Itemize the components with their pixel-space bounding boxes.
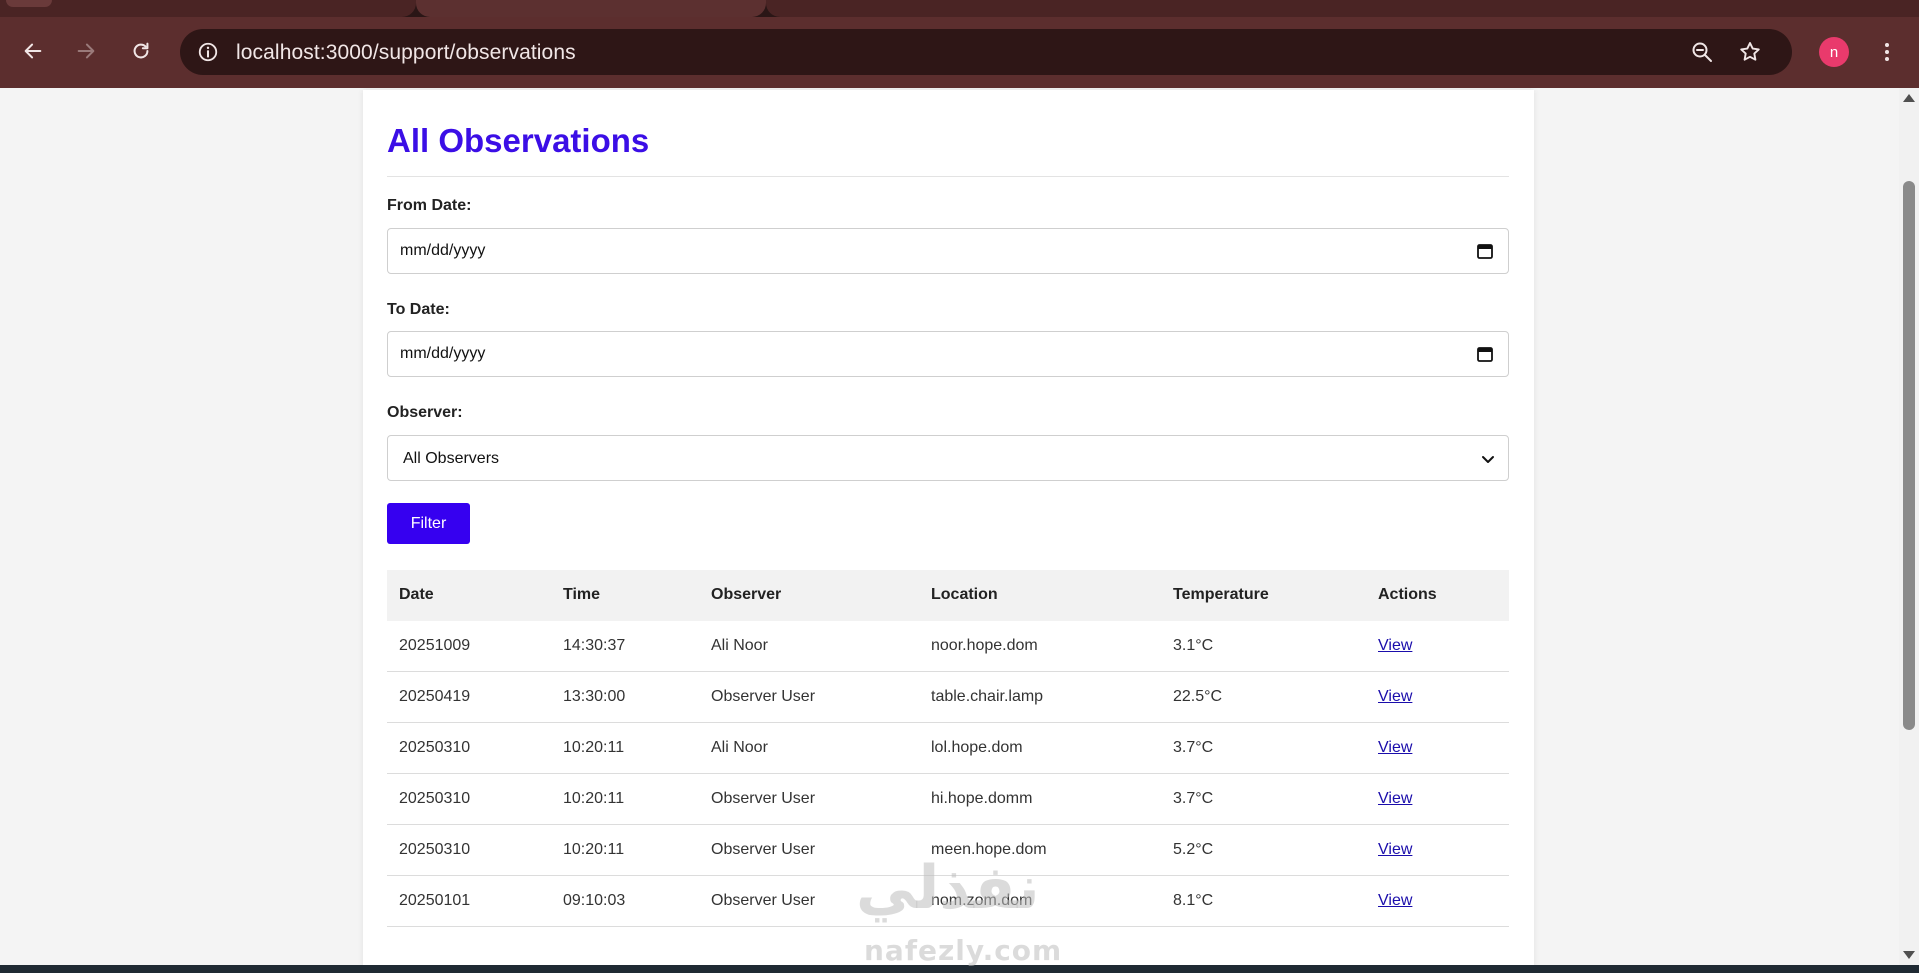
table-row: 20251009 14:30:37 Ali Noor noor.hope.dom… — [387, 621, 1509, 672]
back-button[interactable] — [15, 33, 51, 69]
address-bar[interactable]: localhost:3000/support/observations — [180, 29, 1792, 75]
bookmark-star-icon[interactable] — [1737, 39, 1763, 65]
back-arrow-icon — [24, 43, 42, 59]
tab-inactive-left[interactable] — [0, 0, 416, 17]
cell-location: nom.zom.dom — [931, 892, 1033, 909]
cell-observer: Observer User — [711, 892, 816, 909]
table-row: 20250310 10:20:11 Observer User meen.hop… — [387, 825, 1509, 876]
table-header-row: Date Time Observer Location Temperature … — [387, 570, 1509, 621]
tab-strip — [0, 0, 1919, 17]
kebab-menu-icon[interactable] — [1872, 36, 1902, 68]
profile-avatar[interactable]: n — [1819, 37, 1849, 67]
table-row: 20250419 13:30:00 Observer User table.ch… — [387, 672, 1509, 723]
cell-date: 20250419 — [399, 688, 471, 705]
browser-toolbar: localhost:3000/support/observations n — [0, 17, 1919, 88]
table-row: 20250101 09:10:03 Observer User nom.zom.… — [387, 876, 1509, 927]
view-link[interactable]: View — [1378, 841, 1412, 858]
cell-date: 20250310 — [399, 790, 471, 807]
page-title: All Observations — [387, 122, 650, 159]
cell-time: 10:20:11 — [563, 790, 625, 807]
cell-temperature: 22.5°C — [1173, 688, 1223, 705]
cell-time: 09:10:03 — [563, 892, 626, 909]
view-link[interactable]: View — [1378, 892, 1412, 909]
reload-button[interactable] — [123, 33, 159, 69]
from-date-placeholder: mm/dd/yyyy — [400, 242, 486, 259]
view-link[interactable]: View — [1378, 637, 1412, 654]
cell-location: lol.hope.dom — [931, 739, 1023, 756]
observer-label: Observer: — [387, 404, 463, 421]
from-date-input[interactable]: mm/dd/yyyy — [387, 228, 1509, 274]
site-info-icon[interactable] — [196, 40, 220, 64]
tab-inactive-right[interactable] — [766, 0, 1919, 17]
url-text[interactable]: localhost:3000/support/observations — [236, 41, 576, 65]
header-actions: Actions — [1378, 586, 1437, 603]
scroll-up-arrow-icon[interactable] — [1903, 94, 1915, 102]
title-divider — [387, 176, 1509, 177]
tab-pill — [6, 0, 52, 7]
cell-date: 20251009 — [399, 637, 471, 654]
scroll-down-arrow-icon[interactable] — [1903, 951, 1915, 959]
observer-select[interactable]: All Observers — [387, 435, 1509, 481]
cell-temperature: 8.1°C — [1173, 892, 1214, 909]
table-row: 20250310 10:20:11 Observer User hi.hope.… — [387, 774, 1509, 825]
header-location: Location — [931, 586, 998, 603]
zoom-icon[interactable] — [1689, 39, 1715, 65]
cell-date: 20250310 — [399, 739, 471, 756]
cell-temperature: 3.1°C — [1173, 637, 1214, 654]
cell-observer: Observer User — [711, 688, 816, 705]
header-temperature: Temperature — [1173, 586, 1269, 603]
observations-card: All Observations From Date: mm/dd/yyyy T… — [363, 90, 1534, 965]
forward-arrow-icon — [77, 43, 95, 59]
header-date: Date — [399, 586, 434, 603]
observer-selected-value: All Observers — [403, 450, 500, 467]
calendar-icon[interactable] — [1476, 242, 1494, 260]
cell-location: table.chair.lamp — [931, 688, 1044, 705]
view-link[interactable]: View — [1378, 790, 1412, 807]
cell-date: 20250101 — [399, 892, 471, 909]
forward-button[interactable] — [68, 33, 104, 69]
cell-observer: Observer User — [711, 790, 816, 807]
header-observer: Observer — [711, 586, 782, 603]
to-date-input[interactable]: mm/dd/yyyy — [387, 331, 1509, 377]
vertical-scrollbar[interactable] — [1899, 88, 1919, 965]
cell-temperature: 3.7°C — [1173, 739, 1214, 756]
cell-observer: Observer User — [711, 841, 816, 858]
taskbar-edge — [0, 965, 1919, 973]
observations-table: Date Time Observer Location Temperature … — [387, 570, 1509, 927]
calendar-icon[interactable] — [1476, 345, 1494, 363]
view-link[interactable]: View — [1378, 739, 1412, 756]
chevron-down-icon — [1482, 456, 1494, 463]
cell-location: noor.hope.dom — [931, 637, 1038, 654]
cell-time: 14:30:37 — [563, 637, 626, 654]
cell-location: hi.hope.domm — [931, 790, 1033, 807]
cell-location: meen.hope.dom — [931, 841, 1047, 858]
from-date-label: From Date: — [387, 197, 472, 214]
cell-time: 10:20:11 — [563, 739, 625, 756]
table-row: 20250310 10:20:11 Ali Noor lol.hope.dom … — [387, 723, 1509, 774]
header-time: Time — [563, 586, 601, 603]
cell-time: 13:30:00 — [563, 688, 626, 705]
to-date-placeholder: mm/dd/yyyy — [400, 345, 486, 362]
cell-observer: Ali Noor — [711, 739, 768, 756]
to-date-label: To Date: — [387, 301, 450, 318]
tab-active[interactable] — [416, 0, 766, 17]
cell-date: 20250310 — [399, 841, 471, 858]
scrollbar-thumb[interactable] — [1903, 181, 1915, 730]
view-link[interactable]: View — [1378, 688, 1412, 705]
cell-observer: Ali Noor — [711, 637, 768, 654]
cell-temperature: 5.2°C — [1173, 841, 1214, 858]
page-viewport: All Observations From Date: mm/dd/yyyy T… — [0, 88, 1899, 965]
reload-icon — [133, 42, 149, 59]
cell-time: 10:20:11 — [563, 841, 625, 858]
filter-button[interactable]: Filter — [387, 503, 470, 544]
cell-temperature: 3.7°C — [1173, 790, 1214, 807]
